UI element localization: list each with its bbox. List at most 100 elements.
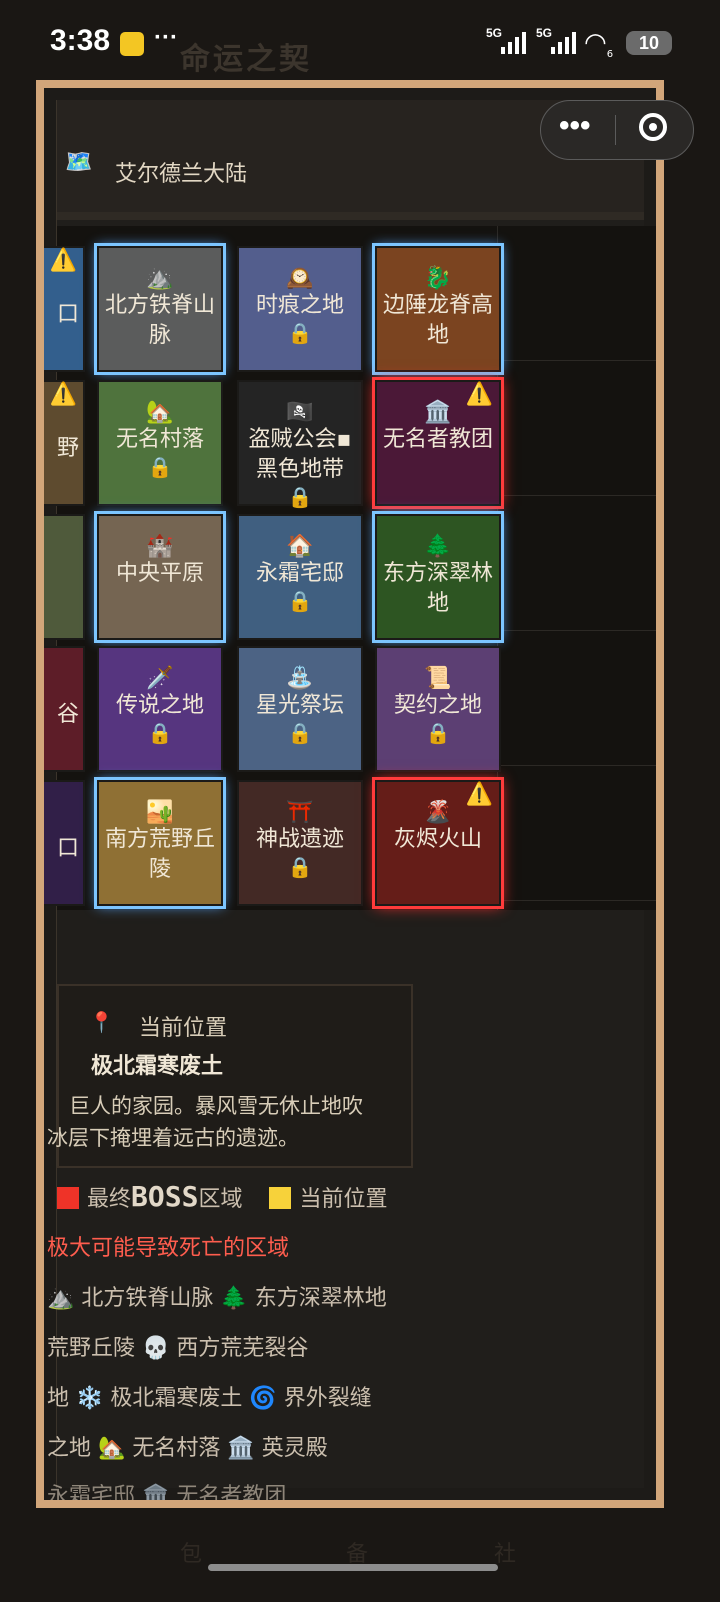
region-icon: 🏠 — [286, 534, 314, 559]
region-name: 永霜宅邸 — [255, 561, 344, 586]
region-name: 东方深翠林地 — [382, 561, 493, 616]
region-cell-传说之地[interactable]: 🗡️ 传说之地 🔒 — [97, 646, 223, 772]
mini-program-capsule[interactable]: ••• — [540, 100, 694, 160]
region-icon: 🏡 — [146, 400, 174, 425]
boss-suffix: 区域 — [198, 1187, 243, 1212]
region-cell-北方铁脊山脉[interactable]: ⛰️ 北方铁脊山脉 — [97, 246, 223, 372]
region-name: 南方荒野丘陵 — [104, 827, 215, 882]
region-cell-时痕之地[interactable]: 🕰️ 时痕之地 🔒 — [237, 246, 363, 372]
region-icon: ⛰️ — [146, 266, 174, 291]
region-cell-边陲龙脊高地[interactable]: 🐉 边陲龙脊高地 — [375, 246, 501, 372]
status-time: 3:38 — [50, 24, 111, 57]
lock-icon: 🔒 — [287, 855, 313, 879]
region-cell-partial[interactable] — [44, 514, 85, 640]
capsule-divider — [615, 115, 616, 145]
region-cell-裂谷[interactable]: 谷 — [44, 646, 85, 772]
background-title: 命运之契 — [180, 42, 312, 77]
boss-prefix: 最终 — [87, 1187, 132, 1212]
signal-icon-2: 5G — [536, 26, 576, 54]
current-location-name: 极北霜寒废土 — [91, 1054, 224, 1079]
map-title: 艾尔德兰大陆 — [115, 162, 248, 187]
description-line-2: 冰层下掩埋着远古的遗迹。 — [47, 1126, 299, 1150]
partial-region-label: 口 — [56, 836, 79, 861]
legend-boss-current: 最终BOSS区域 当前位置 — [57, 1180, 387, 1213]
wifi-icon: ◠6 — [584, 28, 614, 61]
region-icon: 📜 — [424, 666, 452, 691]
region-cell-契约之地[interactable]: 📜 契约之地 🔒 — [375, 646, 501, 772]
legend-line-4: 之地 🏡 无名村落 🏛️ 英灵殿 — [47, 1436, 328, 1461]
bottom-nav-ghost-3: 社 — [494, 1542, 517, 1567]
region-name: 时痕之地 — [255, 293, 344, 318]
region-icon: 🕰️ — [286, 266, 314, 291]
region-icon: 🌲 — [424, 534, 452, 559]
app-icon — [120, 32, 144, 56]
current-color-swatch — [269, 1187, 292, 1209]
region-cell-山口[interactable]: 口 ⚠️ — [44, 246, 85, 372]
region-cell-神战遗迹[interactable]: ⛩️ 神战遗迹 🔒 — [237, 780, 363, 906]
region-cell-中央平原[interactable]: 🏰 中央平原 — [97, 514, 223, 640]
legend-line-5: 永霜宅邸 🏛️ 无名者教团 — [47, 1484, 287, 1508]
bottom-nav-ghost-1: 包 — [180, 1542, 203, 1567]
legend-line-1: ⛰️ 北方铁脊山脉 🌲 东方深翠林地 — [47, 1286, 387, 1311]
lock-icon: 🔒 — [287, 589, 313, 613]
region-icon: 🏴‍☠️ — [286, 400, 314, 425]
region-name: 无名村落 — [115, 427, 204, 452]
location-pin-icon: 📍 — [89, 1010, 114, 1034]
region-icon: 🐉 — [424, 266, 452, 291]
signal-icon-1: 5G — [486, 26, 526, 54]
region-cell-灰烬火山[interactable]: 🌋 灰烬火山 ⚠️ — [375, 780, 501, 906]
description-line-1: 巨人的家园。暴风雪无休止地吹 — [69, 1094, 363, 1118]
region-icon: ⛩️ — [286, 800, 314, 825]
partial-region-label: 谷 — [56, 702, 79, 727]
region-name: 契约之地 — [393, 693, 482, 718]
more-status-icon: ··· — [154, 24, 178, 51]
boss-color-swatch — [57, 1187, 79, 1209]
region-cell-盗贼公会▪黑色地带[interactable]: 🏴‍☠️ 盗贼公会▪黑色地带 🔒 — [237, 380, 363, 509]
lock-icon: 🔒 — [287, 721, 313, 745]
warning-icon: ⚠️ — [465, 382, 493, 407]
region-name: 传说之地 — [115, 693, 204, 718]
region-cell-入口[interactable]: 口 — [44, 780, 85, 906]
region-name: 北方铁脊山脉 — [104, 293, 215, 348]
region-cell-无名村落[interactable]: 🏡 无名村落 🔒 — [97, 380, 223, 506]
region-icon: 🗡️ — [146, 666, 174, 691]
map-panel: 🗺️ 艾尔德兰大陆 口 ⚠️ ⛰️ 北方铁脊山脉 🕰️ 时痕之地 🔒 🐉 边陲龙脊高地野 ⚠️ 🏡 无… — [36, 80, 664, 1508]
region-cell-永霜宅邸[interactable]: 🏠 永霜宅邸 🔒 — [237, 514, 363, 640]
region-name: 无名者教团 — [382, 427, 493, 452]
close-miniprogram-icon[interactable] — [639, 113, 667, 141]
status-bar: 3:38 ··· 命运之契 5G 5G ◠6 10 — [0, 0, 720, 88]
legend-line-2: 荒野丘陵 💀 西方荒芜裂谷 — [47, 1336, 309, 1361]
region-cell-星光祭坛[interactable]: ⛲ 星光祭坛 🔒 — [237, 646, 363, 772]
map-panel-inner: 🗺️ 艾尔德兰大陆 口 ⚠️ ⛰️ 北方铁脊山脉 🕰️ 时痕之地 🔒 🐉 边陲龙脊高地野 ⚠️ 🏡 无… — [44, 100, 656, 1500]
more-options-icon[interactable]: ••• — [559, 109, 591, 143]
warning-icon: ⚠️ — [49, 382, 77, 407]
region-icon: ⛲ — [286, 666, 314, 691]
map-icon: 🗺️ — [65, 150, 93, 175]
lock-icon: 🔒 — [425, 721, 451, 745]
region-cell-南方荒野丘陵[interactable]: 🏜️ 南方荒野丘陵 — [97, 780, 223, 906]
region-cell-无名者教团[interactable]: 🏛️ 无名者教团 ⚠️ — [375, 380, 501, 506]
legend-current-label: 当前位置 — [299, 1187, 388, 1212]
lock-icon: 🔒 — [147, 455, 173, 479]
region-grid: 口 ⚠️ ⛰️ 北方铁脊山脉 🕰️ 时痕之地 🔒 🐉 边陲龙脊高地野 ⚠️ 🏡 无名村落 🔒 🏴‍☠️ 盗贼… — [44, 226, 656, 910]
home-indicator[interactable] — [208, 1564, 498, 1571]
region-icon: 🏰 — [146, 534, 174, 559]
warning-icon: ⚠️ — [49, 248, 77, 273]
warning-icon: ⚠️ — [465, 782, 493, 807]
current-location-card: 📍 当前位置 极北霜寒废土 巨人的家园。暴风雪无休止地吹 冰层下掩埋着远古的遗迹… — [47, 984, 413, 1168]
partial-region-label: 野 — [56, 436, 79, 461]
lock-icon: 🔒 — [287, 321, 313, 345]
region-name: 星光祭坛 — [255, 693, 344, 718]
lock-icon: 🔒 — [287, 485, 313, 509]
region-name: 灰烬火山 — [393, 827, 482, 852]
lock-icon: 🔒 — [147, 721, 173, 745]
region-name: 边陲龙脊高地 — [382, 293, 493, 348]
danger-warning: 极大可能导致死亡的区域 — [47, 1236, 290, 1261]
region-name: 中央平原 — [115, 561, 204, 586]
grid-lines — [497, 226, 656, 910]
battery-icon: 10 — [626, 31, 672, 55]
region-name: 神战遗迹 — [255, 827, 344, 852]
region-cell-荒野[interactable]: 野 ⚠️ — [44, 380, 85, 506]
region-cell-东方深翠林地[interactable]: 🌲 东方深翠林地 — [375, 514, 501, 640]
region-icon: 🏜️ — [146, 800, 174, 825]
